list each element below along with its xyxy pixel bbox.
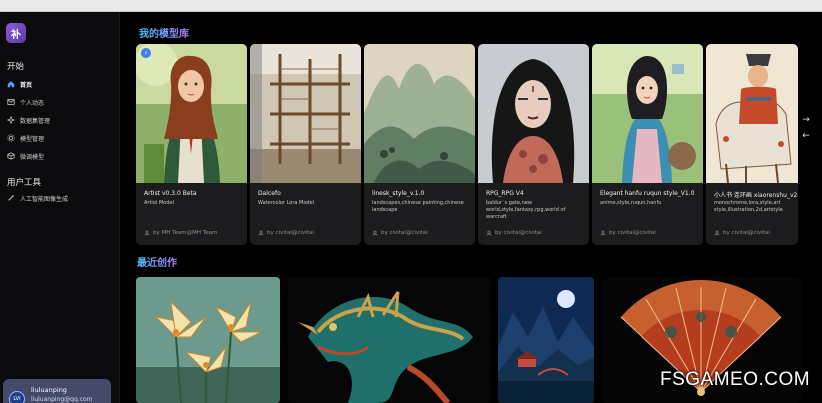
model-description: monochrome,lora,style,art style,illustra… [714, 200, 783, 213]
model-author-text: by civitai@civitai [609, 230, 656, 236]
model-title: RPG_RPG V4 [486, 190, 524, 197]
sidebar-item-label: 模型管理 [20, 135, 45, 143]
model-author-text: by MH Team@MH Team [153, 230, 218, 236]
dragon-sculpture-image [288, 277, 491, 403]
model-thumbnail [364, 44, 475, 183]
model-author: by civitai@civitai [600, 230, 656, 236]
user-name: liuluanping [31, 386, 67, 394]
model-author: by civitai@civitai [372, 230, 428, 236]
dataset-icon [7, 116, 15, 124]
user-icon [258, 230, 264, 236]
sidebar-item-finetune[interactable]: 微调模型 [7, 150, 44, 162]
recent-artwork[interactable] [288, 277, 491, 403]
model-author-text: by civitai@civitai [381, 230, 428, 236]
model-thumbnail [706, 44, 798, 183]
recent-heading: 最近创作 [137, 254, 177, 269]
model-description: anime,style,ruqun,hanfu [600, 200, 662, 206]
user-icon [144, 230, 150, 236]
sidebar-item-label: 首页 [20, 81, 33, 89]
main-content: 我的模型库 ⚡ Artist v0.3.0 Beta Artist Model [121, 12, 822, 403]
model-card[interactable]: linesk_style_v.1.0 landscapes,chinese pa… [364, 44, 475, 245]
lily-painting-image [136, 277, 280, 403]
model-card[interactable]: Elegant hanfu ruqun style_V1.0 anime,sty… [592, 44, 703, 245]
model-author-text: by civitai@civitai [267, 230, 314, 236]
sidebar-item-label: 微调模型 [20, 153, 45, 161]
model-thumbnail: ⚡ [136, 44, 247, 183]
model-title: linesk_style_v.1.0 [372, 190, 425, 197]
model-author: by MH Team@MH Team [144, 230, 217, 236]
model-card[interactable]: 小人书·连环画 xiaorenshu_v2.0 monochrome,lora,… [706, 44, 798, 245]
cube-icon [7, 152, 15, 160]
sidebar-item-label: 数据集管理 [20, 117, 51, 125]
model-card[interactable]: Dalcefo Watercolor Lora Model by civitai… [250, 44, 361, 245]
mail-icon [7, 98, 15, 106]
sidebar: 补 开始 首页 个人动态 数据集管理 模型管理 微调模型 用户工具 人工智能图像… [0, 12, 120, 403]
home-icon [7, 80, 15, 88]
user-icon [714, 230, 720, 236]
user-icon [600, 230, 606, 236]
app-logo[interactable]: 补 [6, 23, 26, 43]
sidebar-item-models[interactable]: 模型管理 [7, 132, 44, 144]
recent-artwork[interactable] [136, 277, 280, 403]
section-title-tools: 用户工具 [7, 178, 42, 188]
model-thumbnail [250, 44, 361, 183]
model-thumbnail [592, 44, 703, 183]
carousel-next-arrow-icon[interactable]: → [801, 115, 811, 125]
user-profile-card[interactable]: LVI liuluanping liuluanping@qq.com [3, 379, 111, 403]
sidebar-item-datasets[interactable]: 数据集管理 [7, 114, 50, 126]
gear-icon [7, 134, 15, 142]
model-card[interactable]: ⚡ Artist v0.3.0 Beta Artist Model by MH … [136, 44, 247, 245]
model-title: Artist v0.3.0 Beta [144, 190, 197, 197]
carousel-prev-arrow-icon[interactable]: ← [801, 131, 811, 141]
moonlit-mountains-image [498, 277, 594, 403]
model-thumbnail [478, 44, 589, 183]
model-author: by civitai@civitai [486, 230, 542, 236]
user-icon [486, 230, 492, 236]
model-author: by civitai@civitai [258, 230, 314, 236]
model-description: landscapes,chinese painting,chinese land… [372, 200, 464, 213]
sidebar-item-home[interactable]: 首页 [7, 78, 32, 90]
model-description: Artist Model [144, 200, 174, 206]
sidebar-item-label: 人工智能图像生成 [20, 195, 69, 203]
model-author: by civitai@civitai [714, 230, 770, 236]
sidebar-item-activity[interactable]: 个人动态 [7, 96, 44, 108]
model-title: Elegant hanfu ruqun style_V1.0 [600, 190, 695, 197]
recent-artwork[interactable] [498, 277, 594, 403]
user-icon [372, 230, 378, 236]
user-email: liuluanping@qq.com [31, 396, 93, 403]
model-author-text: by civitai@civitai [495, 230, 542, 236]
model-title: 小人书·连环画 xiaorenshu_v2.0 [714, 192, 798, 199]
browser-chrome-bar [0, 0, 822, 12]
watermark-text: FSGAMEO.COM [660, 369, 811, 390]
models-heading: 我的模型库 [139, 25, 189, 40]
avatar: LVI [9, 391, 25, 403]
model-title: Dalcefo [258, 190, 281, 197]
model-description: Watercolor Lora Model [258, 200, 315, 206]
section-title-start: 开始 [7, 62, 25, 72]
model-author-text: by civitai@civitai [723, 230, 770, 236]
sidebar-item-image-gen[interactable]: 人工智能图像生成 [7, 192, 68, 204]
lightning-icon: ⚡ [141, 48, 151, 58]
sidebar-item-label: 个人动态 [20, 99, 45, 107]
model-card[interactable]: RPG_RPG V4 baldur`s gate,new world,style… [478, 44, 589, 245]
wand-icon [7, 194, 15, 202]
model-description: baldur`s gate,new world,style,fantasy,rp… [486, 200, 566, 220]
